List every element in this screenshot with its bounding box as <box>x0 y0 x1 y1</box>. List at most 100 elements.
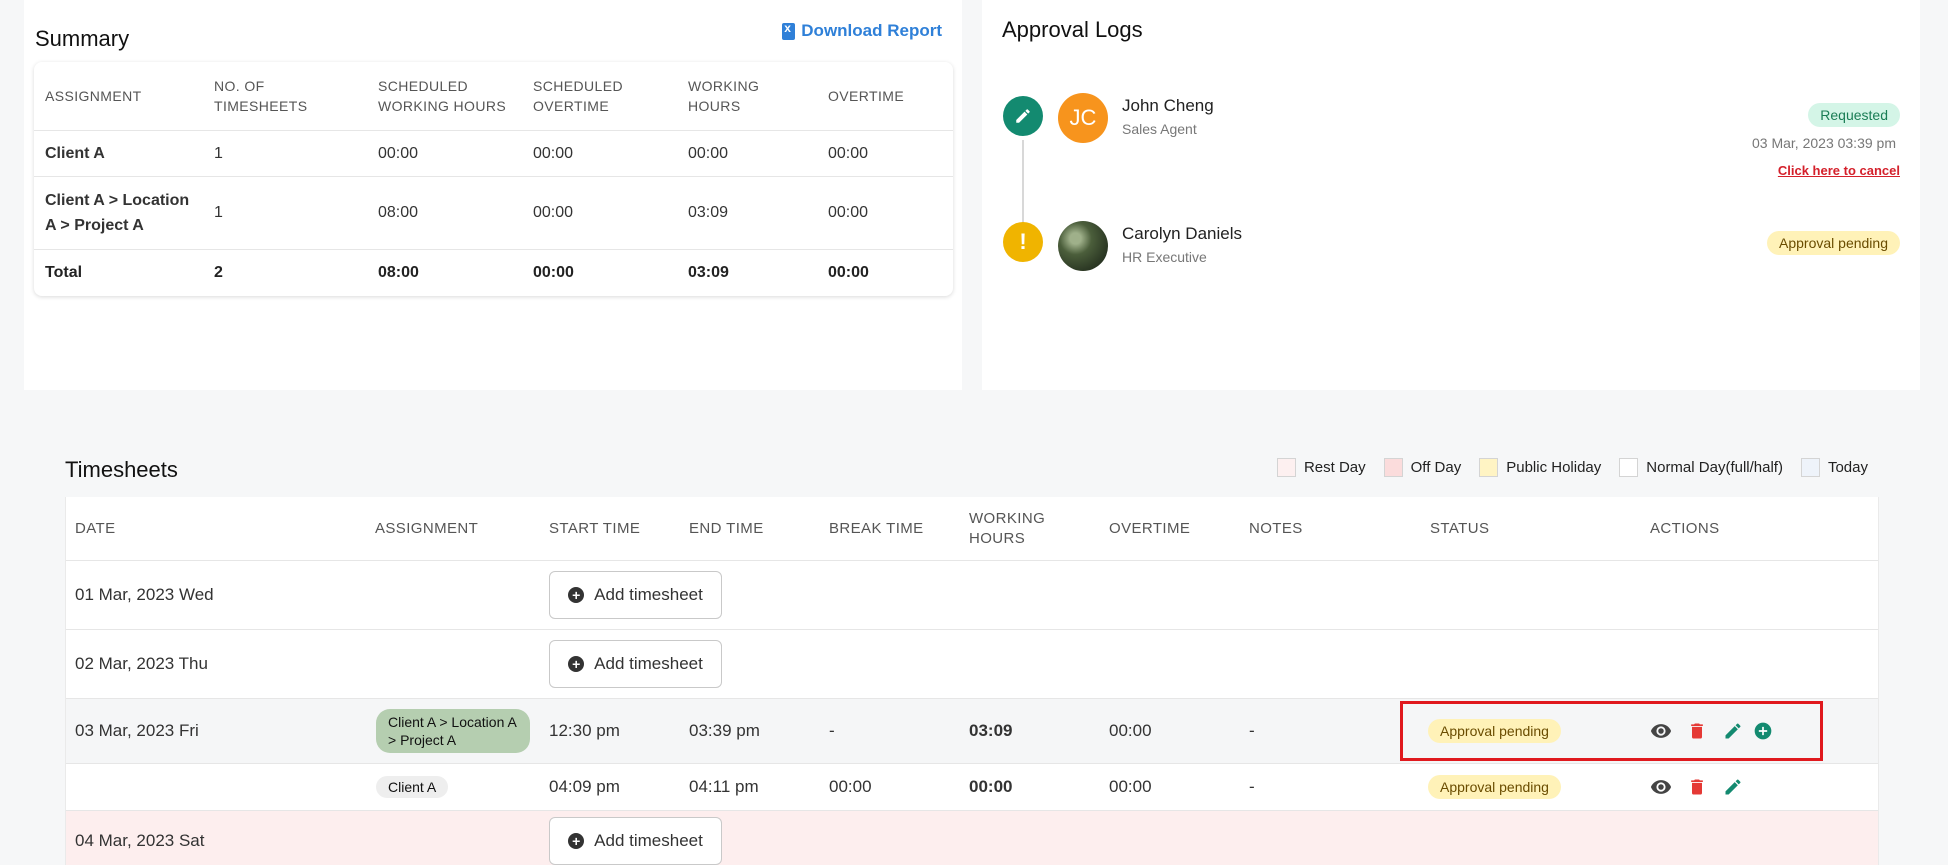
approver-role: HR Executive <box>1122 249 1207 265</box>
legend-item: Off Day <box>1383 458 1462 477</box>
download-report-label: Download Report <box>801 21 942 40</box>
assignment-chip: Client A > Location A > Project A <box>376 709 530 753</box>
legend-item: Normal Day(full/half) <box>1619 458 1783 477</box>
ts-header-notes: NOTES <box>1249 519 1303 537</box>
summary-header-sched-overtime: SCHEDULED OVERTIME <box>533 78 623 114</box>
summary-title: Summary <box>35 26 130 51</box>
add-timesheet-button[interactable]: + Add timesheet <box>549 571 722 619</box>
download-report-link[interactable]: Download Report <box>782 21 942 41</box>
eye-icon[interactable] <box>1650 720 1672 742</box>
ts-header-assignment: ASSIGNMENT <box>375 519 479 537</box>
trash-icon[interactable] <box>1686 720 1708 742</box>
day-type-legend: Rest Day Off Day Public Holiday Normal D… <box>1276 458 1868 477</box>
summary-cell: 00:00 <box>828 204 869 221</box>
summary-total-row: Total 2 08:00 00:00 03:09 00:00 <box>34 250 953 296</box>
add-timesheet-button[interactable]: + Add timesheet <box>549 817 722 865</box>
timesheets-table: DATE ASSIGNMENT START TIME END TIME BREA… <box>65 497 1879 865</box>
assignment-chip: Client A <box>376 776 449 798</box>
table-row: 02 Mar, 2023 Thu + Add timesheet <box>66 630 1878 699</box>
summary-cell: Client A > Location A > Project A <box>45 192 190 234</box>
ts-date: 01 Mar, 2023 Wed <box>75 585 214 604</box>
status-badge: Requested <box>1808 103 1900 127</box>
summary-cell: 00:00 <box>533 204 574 221</box>
ts-header-actions: ACTIONS <box>1650 519 1720 537</box>
table-row: 03 Mar, 2023 Fri Client A > Location A >… <box>66 699 1878 764</box>
ts-break-time: - <box>829 721 835 740</box>
approver-role: Sales Agent <box>1122 121 1197 137</box>
legend-swatch <box>1276 458 1296 477</box>
summary-header-timesheets: NO. OF TIMESHEETS <box>214 78 308 114</box>
summary-cell: 00:00 <box>828 144 869 162</box>
table-row: Client A 1 00:00 00:00 00:00 00:00 <box>34 131 953 177</box>
ts-start-time: 04:09 pm <box>549 777 620 796</box>
eye-icon[interactable] <box>1650 776 1672 798</box>
ts-date: 03 Mar, 2023 Fri <box>75 721 199 740</box>
avatar <box>1058 221 1108 271</box>
legend-label: Public Holiday <box>1506 459 1602 476</box>
summary-panel: Summary Download Report ASSIGNMENT NO. O… <box>24 0 962 390</box>
ts-overtime: 00:00 <box>1109 721 1152 740</box>
add-timesheet-label: Add timesheet <box>594 831 703 850</box>
summary-cell: 00:00 <box>828 264 869 281</box>
legend-item: Today <box>1800 458 1868 477</box>
summary-header-assignment: ASSIGNMENT <box>45 88 142 104</box>
summary-table-header: ASSIGNMENT NO. OF TIMESHEETS SCHEDULED W… <box>34 62 953 131</box>
ts-header-break-time: BREAK TIME <box>829 519 924 537</box>
summary-cell: 2 <box>214 264 223 281</box>
ts-notes: - <box>1249 721 1255 740</box>
summary-header-sched-hours: SCHEDULED WORKING HOURS <box>378 78 507 114</box>
legend-swatch <box>1800 458 1820 477</box>
add-timesheet-button[interactable]: + Add timesheet <box>549 640 722 688</box>
table-row: Client A > Location A > Project A 1 08:0… <box>34 177 953 250</box>
ts-date: 04 Mar, 2023 Sat <box>75 831 205 850</box>
add-timesheet-label: Add timesheet <box>594 654 703 673</box>
pencil-icon[interactable] <box>1722 720 1744 742</box>
summary-table: ASSIGNMENT NO. OF TIMESHEETS SCHEDULED W… <box>34 62 953 296</box>
cancel-request-link[interactable]: Click here to cancel <box>1778 163 1900 178</box>
summary-header-working-hours: WORKING HOURS <box>688 78 760 114</box>
exclamation-icon: ! <box>1003 222 1043 262</box>
summary-cell: 03:09 <box>688 204 729 221</box>
legend-swatch <box>1619 458 1639 477</box>
approval-logs-panel: Approval Logs JC John Cheng Sales Agent … <box>982 0 1920 390</box>
timesheets-table-header: DATE ASSIGNMENT START TIME END TIME BREA… <box>66 497 1878 561</box>
summary-cell: 00:00 <box>533 264 574 281</box>
pencil-icon[interactable] <box>1722 776 1744 798</box>
ts-header-end-time: END TIME <box>689 519 764 537</box>
timeline-connector <box>1022 140 1024 230</box>
ts-header-working-hours: WORKING HOURS <box>969 509 1046 547</box>
summary-cell: 00:00 <box>688 144 729 162</box>
summary-cell: 00:00 <box>533 144 574 162</box>
summary-cell: 03:09 <box>688 264 729 281</box>
ts-header-date: DATE <box>75 519 116 537</box>
ts-start-time: 12:30 pm <box>549 721 620 740</box>
legend-label: Normal Day(full/half) <box>1646 459 1783 476</box>
ts-notes: - <box>1249 777 1255 796</box>
table-row: 01 Mar, 2023 Wed + Add timesheet <box>66 561 1878 630</box>
status-badge: Approval pending <box>1767 231 1900 255</box>
row-actions <box>1650 776 1744 798</box>
ts-date: 02 Mar, 2023 Thu <box>75 654 208 673</box>
plus-circle-icon: + <box>568 833 585 849</box>
legend-swatch <box>1383 458 1403 477</box>
legend-item: Rest Day <box>1276 458 1366 477</box>
ts-break-time: 00:00 <box>829 777 872 796</box>
ts-header-overtime: OVERTIME <box>1109 519 1191 537</box>
plus-circle-icon: + <box>568 587 585 603</box>
summary-cell: 00:00 <box>378 144 419 162</box>
summary-cell: 1 <box>214 144 223 162</box>
table-row: 04 Mar, 2023 Sat + Add timesheet <box>66 811 1878 865</box>
ts-overtime: 00:00 <box>1109 777 1152 796</box>
summary-cell: 08:00 <box>378 264 419 281</box>
legend-label: Off Day <box>1410 459 1462 476</box>
approver-name: John Cheng <box>1122 96 1214 115</box>
summary-header-overtime: OVERTIME <box>828 88 905 104</box>
table-row: Client A 04:09 pm 04:11 pm 00:00 00:00 0… <box>66 764 1878 811</box>
excel-file-icon <box>782 21 796 40</box>
ts-working-hours: 03:09 <box>969 721 1013 740</box>
status-badge: Approval pending <box>1428 775 1561 799</box>
plus-circle-icon[interactable] <box>1752 720 1774 742</box>
legend-swatch <box>1479 458 1499 477</box>
ts-end-time: 04:11 pm <box>689 777 759 796</box>
trash-icon[interactable] <box>1686 776 1708 798</box>
